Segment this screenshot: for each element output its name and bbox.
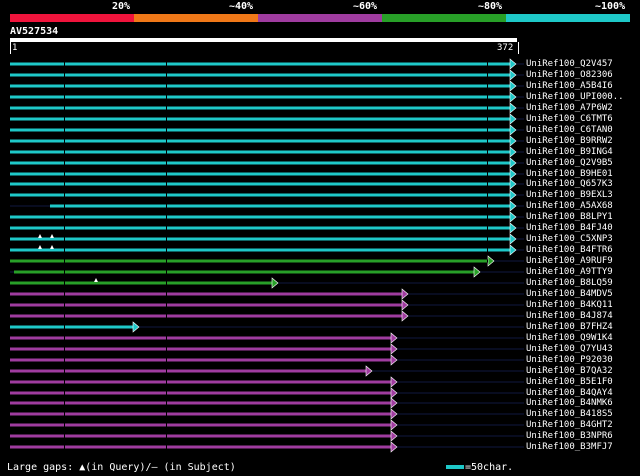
hit-arrow-icon — [390, 343, 398, 355]
hit-arrow-icon — [365, 365, 373, 377]
hit-label[interactable]: UniRef100_B9ING4 — [526, 147, 613, 157]
hit-label[interactable]: UniRef100_Q2V9B5 — [526, 158, 613, 168]
hit-arrow-icon — [509, 200, 517, 212]
query-gap-icon — [38, 245, 42, 249]
hit-arrow-icon — [509, 58, 517, 70]
hit-label[interactable]: UniRef100_B4KQ11 — [526, 300, 613, 310]
hit-label[interactable]: UniRef100_A5AX68 — [526, 201, 613, 211]
query-gap-icon — [50, 234, 54, 238]
query-gap-icon — [94, 278, 98, 282]
scale-text: =50char. — [465, 462, 514, 473]
hit-label[interactable]: UniRef100_A9RUF9 — [526, 256, 613, 266]
hit-arrow-icon — [390, 419, 398, 431]
hit-label[interactable]: UniRef100_A9TTY9 — [526, 267, 613, 277]
scale-bar — [446, 465, 464, 469]
hit-label[interactable]: UniRef100_B8LQ59 — [526, 278, 613, 288]
hit-arrow-icon — [487, 255, 495, 267]
hit-label[interactable]: UniRef100_B7QA32 — [526, 366, 613, 376]
hit-label[interactable]: UniRef100_B8LPY1 — [526, 212, 613, 222]
hit-arrow-icon — [390, 430, 398, 442]
hit-label[interactable]: UniRef100_B4MDV5 — [526, 289, 613, 299]
hit-arrow-icon — [390, 376, 398, 388]
hit-arrow-icon — [401, 288, 409, 300]
hit-arrow-icon — [509, 157, 517, 169]
hit-label[interactable]: UniRef100_B4FJ40 — [526, 223, 613, 233]
hit-label[interactable]: UniRef100_O82306 — [526, 70, 613, 80]
hit-label[interactable]: UniRef100_B5E1F0 — [526, 377, 613, 387]
hit-label[interactable]: UniRef100_B4J874 — [526, 311, 613, 321]
hit-arrow-icon — [509, 69, 517, 81]
hit-arrow-icon — [401, 299, 409, 311]
hit-arrow-icon — [509, 189, 517, 201]
hit-label[interactable]: UniRef100_B9EXL3 — [526, 190, 613, 200]
hit-arrow-icon — [132, 321, 140, 333]
hit-arrow-icon — [509, 211, 517, 223]
query-gap-icon — [50, 245, 54, 249]
hit-label[interactable]: UniRef100_P92030 — [526, 355, 613, 365]
hit-arrow-icon — [509, 80, 517, 92]
hit-arrow-icon — [271, 277, 279, 289]
gaps-legend: Large gaps: ▲(in Query)/— (in Subject) — [7, 462, 236, 473]
hit-label[interactable]: UniRef100_B4NMK6 — [526, 398, 613, 408]
hit-arrow-icon — [509, 113, 517, 125]
hit-arrow-icon — [390, 408, 398, 420]
hit-label[interactable]: UniRef100_B7FHZ4 — [526, 322, 613, 332]
hit-label[interactable]: UniRef100_Q7YU43 — [526, 344, 613, 354]
hit-label[interactable]: UniRef100_B9RRW2 — [526, 136, 613, 146]
query-gap-icon — [38, 234, 42, 238]
hit-arrow-icon — [509, 222, 517, 234]
hit-arrow-icon — [390, 397, 398, 409]
hit-arrow-icon — [390, 387, 398, 399]
hit-arrow-icon — [509, 135, 517, 147]
hit-label[interactable]: UniRef100_B9HE01 — [526, 169, 613, 179]
hit-label[interactable]: UniRef100_UPI000.. — [526, 92, 624, 102]
hit-arrow-icon — [509, 178, 517, 190]
hit-arrow-icon — [390, 441, 398, 453]
gaps-subject: — (in Subject) — [151, 462, 236, 473]
hit-arrow-icon — [390, 354, 398, 366]
hit-label[interactable]: UniRef100_C5XNP3 — [526, 234, 613, 244]
gaps-query: ▲(in Query)/ — [79, 462, 152, 473]
hit-arrow-icon — [401, 310, 409, 322]
hit-label[interactable]: UniRef100_B4QAY4 — [526, 388, 613, 398]
hit-label[interactable]: UniRef100_C6TAN0 — [526, 125, 613, 135]
hit-arrow-icon — [509, 168, 517, 180]
hit-arrow-icon — [390, 332, 398, 344]
gaps-prefix: Large gaps: — [7, 462, 80, 473]
hit-label[interactable]: UniRef100_A7P6W2 — [526, 103, 613, 113]
hit-arrow-icon — [509, 91, 517, 103]
hit-label[interactable]: UniRef100_B3MFJ7 — [526, 442, 613, 452]
hit-arrow-icon — [509, 244, 517, 256]
hit-label[interactable]: UniRef100_C6TMT6 — [526, 114, 613, 124]
hit-label[interactable]: UniRef100_B4GHT2 — [526, 420, 613, 430]
hit-label[interactable]: UniRef100_Q9W1K4 — [526, 333, 613, 343]
hit-arrow-icon — [509, 102, 517, 114]
hit-label[interactable]: UniRef100_A5B4I6 — [526, 81, 613, 91]
hit-arrow-icon — [509, 146, 517, 158]
hit-label[interactable]: UniRef100_Q2V457 — [526, 59, 613, 69]
hit-label[interactable]: UniRef100_B3NPR6 — [526, 431, 613, 441]
hit-arrow-icon — [473, 266, 481, 278]
hit-label[interactable]: UniRef100_B418S5 — [526, 409, 613, 419]
hit-label[interactable]: UniRef100_Q657K3 — [526, 179, 613, 189]
hit-arrow-icon — [509, 233, 517, 245]
hit-label[interactable]: UniRef100_B4FTR6 — [526, 245, 613, 255]
hit-arrow-icon — [509, 124, 517, 136]
